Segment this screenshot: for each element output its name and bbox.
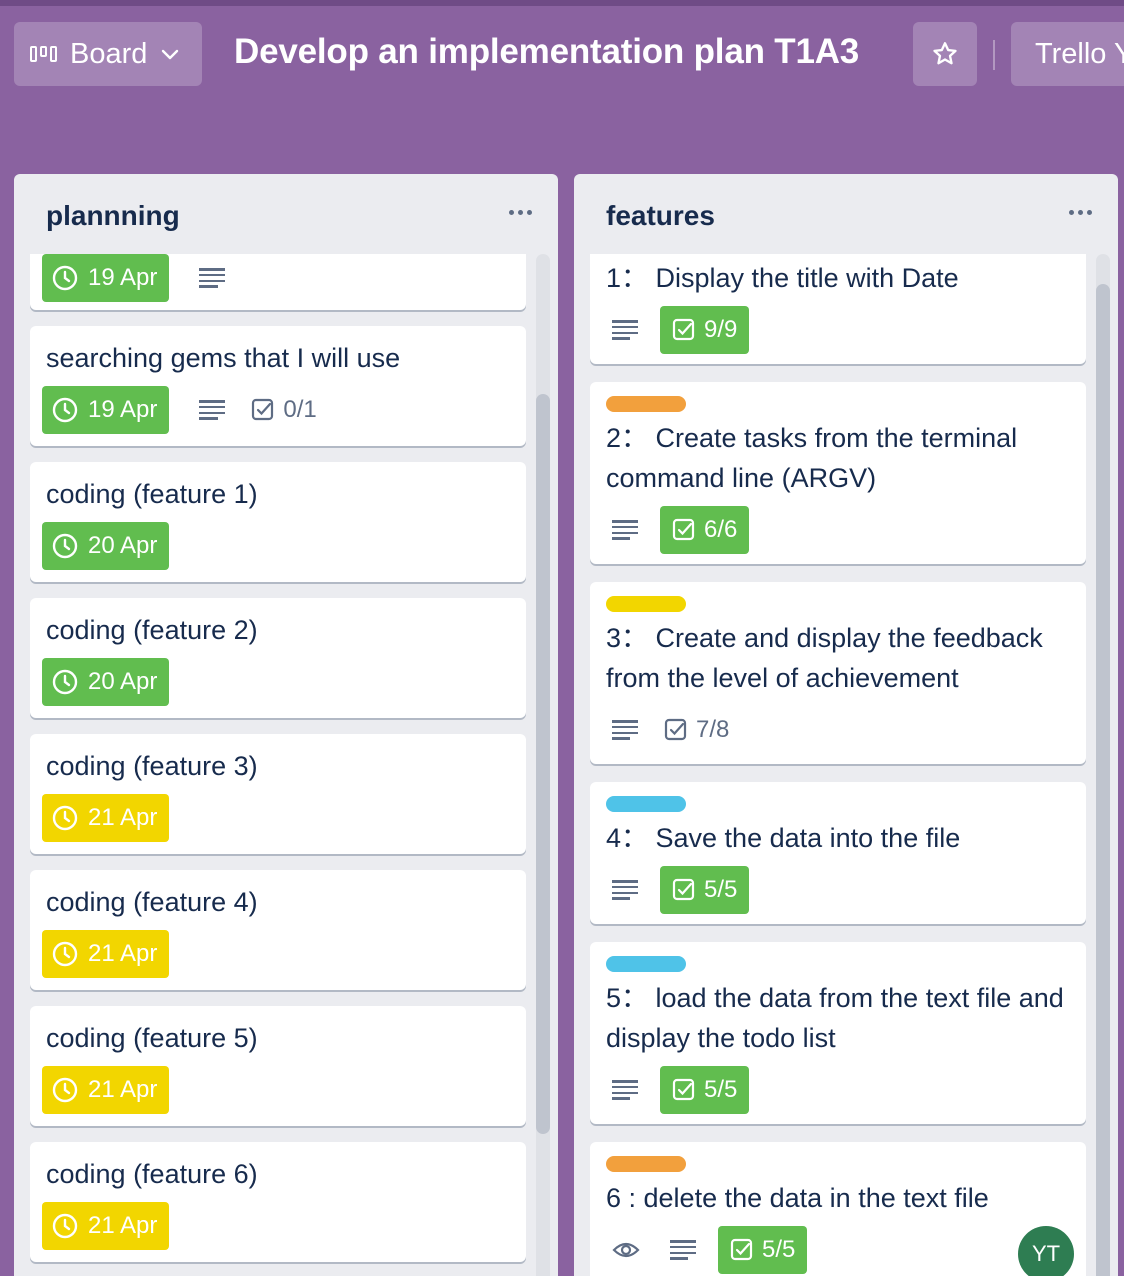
clock-icon — [52, 265, 78, 291]
checkbox-icon — [252, 398, 274, 421]
checklist-badge: 5/5 — [718, 1226, 808, 1274]
clock-icon — [52, 805, 78, 831]
due-date-badge[interactable]: 20 Apr — [42, 522, 170, 570]
card-title: 3： Create and display the feedback from … — [606, 623, 1043, 693]
card[interactable]: 3： Create and display the feedback from … — [590, 582, 1086, 764]
card[interactable]: coding (feature 1) 20 Apr — [30, 462, 526, 582]
checkbox-icon — [730, 1238, 753, 1261]
board-view-label: Board — [70, 37, 148, 70]
card[interactable]: coding (feature 5) 21 Apr — [30, 1006, 526, 1126]
checklist-badge: 6/6 — [660, 506, 750, 554]
card-title: coding (feature 3) — [46, 751, 258, 781]
card[interactable]: coding (feature 4) 21 Apr — [30, 870, 526, 990]
card-title: 4： Save the data into the file — [606, 823, 961, 853]
eye-icon — [612, 1242, 640, 1258]
checklist-badge: 9/9 — [660, 306, 750, 354]
checklist-badge: 7/8 — [664, 716, 729, 744]
due-date-badge[interactable]: 21 Apr — [42, 794, 170, 842]
clock-icon — [52, 1213, 78, 1239]
card-title: coding (feature 4) — [46, 887, 258, 917]
card[interactable]: 5： load the data from the text file and … — [590, 942, 1086, 1124]
header-divider — [993, 40, 995, 70]
list-menu-icon[interactable] — [1069, 210, 1092, 215]
board-view-switcher[interactable]: Board — [14, 22, 202, 86]
clock-icon — [52, 1077, 78, 1103]
checklist-badge: 5/5 — [660, 1066, 750, 1114]
star-icon — [933, 42, 957, 65]
board-icon — [30, 46, 58, 62]
clock-icon — [52, 533, 78, 559]
label-orange[interactable] — [606, 1156, 686, 1172]
checkbox-icon — [672, 1078, 695, 1101]
due-date-badge[interactable]: 19 Apr — [42, 254, 170, 302]
card-title: coding (feature 6) — [46, 1159, 258, 1189]
card[interactable]: 6 : delete the data in the text file 5/5… — [590, 1142, 1086, 1276]
card-title: 1： Display the title with Date — [606, 263, 959, 293]
card[interactable]: 2： Create tasks from the terminal comman… — [590, 382, 1086, 564]
star-board-button[interactable] — [913, 22, 977, 86]
chevron-down-icon — [162, 49, 179, 60]
card[interactable]: coding (feature 6) 21 Apr — [30, 1142, 526, 1262]
list-title[interactable]: plannning — [46, 200, 180, 232]
due-date-badge[interactable]: 21 Apr — [42, 930, 170, 978]
label-sky[interactable] — [606, 956, 686, 972]
card-title: 6 : delete the data in the text file — [606, 1183, 989, 1213]
card-title: searching gems that I will use — [46, 343, 401, 373]
list-header: plannning — [14, 174, 558, 254]
card-title: 5： load the data from the text file and … — [606, 983, 1064, 1053]
card-title: coding (feature 2) — [46, 615, 258, 645]
checkbox-icon — [672, 518, 695, 541]
due-date-badge[interactable]: 19 Apr — [42, 386, 170, 434]
description-icon — [199, 268, 226, 288]
member-avatar[interactable]: YT — [1018, 1226, 1074, 1276]
due-date-badge[interactable]: 21 Apr — [42, 1202, 170, 1250]
checkbox-icon — [664, 718, 687, 741]
card[interactable]: coding (feature 2) 20 Apr — [30, 598, 526, 718]
clock-icon — [52, 397, 78, 423]
card[interactable]: 4： Save the data into the file 5/5 — [590, 782, 1086, 924]
label-sky[interactable] — [606, 796, 686, 812]
due-date-badge[interactable]: 20 Apr — [42, 658, 170, 706]
description-icon — [612, 1080, 638, 1100]
list-menu-icon[interactable] — [509, 210, 532, 215]
list-title[interactable]: features — [606, 200, 715, 232]
card-container: 1： Display the title with Date 9/9 2： Cr… — [574, 254, 1118, 1276]
board-title[interactable]: Develop an implementation plan T1A3 — [234, 32, 859, 72]
description-icon — [670, 1240, 696, 1260]
checkbox-icon — [672, 318, 695, 341]
description-icon — [612, 880, 638, 900]
description-icon — [612, 320, 638, 340]
list-features: features 1： Display the title with Date … — [574, 174, 1118, 1276]
label-yellow[interactable] — [606, 596, 686, 612]
card[interactable]: coding (feature 3) 21 Apr — [30, 734, 526, 854]
card-container: 19 Apr searching gems that I will use 19… — [14, 254, 558, 1276]
checklist-badge: 0/1 — [251, 396, 317, 424]
description-icon — [199, 400, 226, 420]
board-header: Board Develop an implementation plan T1A… — [0, 6, 1124, 96]
card-title: coding (feature 5) — [46, 1023, 258, 1053]
card-title: 2： Create tasks from the terminal comman… — [606, 423, 1018, 493]
clock-icon — [52, 669, 78, 695]
due-date-badge[interactable]: 21 Apr — [42, 1066, 170, 1114]
card[interactable]: searching gems that I will use 19 Apr 0/… — [30, 326, 526, 446]
list-plannning: plannning 19 Apr searching gems that I w… — [14, 174, 558, 1276]
checklist-badge: 5/5 — [660, 866, 750, 914]
card-title: coding (feature 1) — [46, 479, 258, 509]
label-orange[interactable] — [606, 396, 686, 412]
description-icon — [612, 520, 638, 540]
workspace-button[interactable]: Trello Y — [1011, 22, 1124, 86]
list-header: features — [574, 174, 1118, 254]
card[interactable]: 19 Apr — [30, 254, 526, 310]
card[interactable]: 1： Display the title with Date 9/9 — [590, 254, 1086, 364]
checkbox-icon — [672, 878, 695, 901]
description-icon — [612, 720, 638, 740]
clock-icon — [52, 941, 78, 967]
